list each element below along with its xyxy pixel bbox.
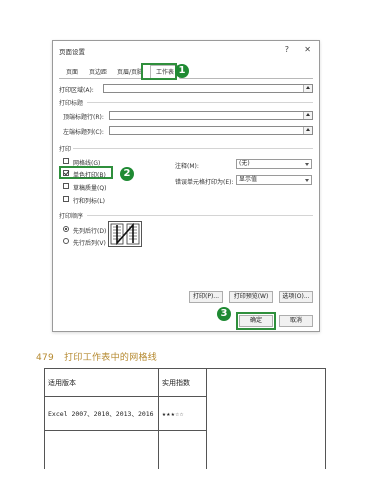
ok-button[interactable]: 确定 [239,315,273,327]
print-button[interactable]: 打印(P)... [189,291,223,303]
info-table: 适用版本 实用指数 Excel 2007、2010、2013、2016 ★★★☆… [44,368,326,469]
cell-errors-label: 错误单元格打印为(E): [175,179,234,186]
draft-quality-label: 草稿质量(Q) [73,185,107,192]
print-area-label: 打印区域(A): [59,87,94,94]
dialog-title: 页面设置 [59,48,85,56]
page-order-section: 打印顺序 [59,211,87,220]
table-row: 适用版本 实用指数 [44,368,326,469]
range-picker-icon[interactable] [303,85,312,92]
row-col-headings-checkbox[interactable] [63,196,69,202]
blank-cell [206,368,326,469]
header-version: 适用版本 [44,368,159,397]
empty-cell [158,430,207,469]
dialog-titlebar: 页面设置 ? ✕ [53,41,319,61]
figure-caption: 479 打印工作表中的网格线 [36,350,157,363]
caption-number: 479 [36,353,55,363]
header-rating: 实用指数 [158,368,207,397]
page-order-preview-image [108,221,142,247]
row-col-headings-label: 行和列标(L) [73,198,106,205]
left-cols-label: 左端标题列(C): [63,129,104,136]
close-icon[interactable]: ✕ [304,45,311,55]
tab-page[interactable]: 页面 [61,66,83,79]
print-preview-button[interactable]: 打印预览(W) [229,291,273,303]
down-then-over-radio[interactable] [63,226,69,232]
left-cols-input[interactable] [109,126,313,135]
options-button[interactable]: 选项(O)... [279,291,313,303]
print-area-input[interactable] [103,84,313,93]
version-value: Excel 2007、2010、2013、2016 [44,396,159,431]
chevron-down-icon [303,176,311,184]
divider [87,102,313,103]
help-icon[interactable]: ? [285,45,289,55]
chevron-down-icon [303,160,311,168]
caption-text: 打印工作表中的网格线 [64,353,158,363]
print-titles-section: 打印标题 [59,98,87,107]
comments-value: (无) [239,160,250,167]
divider [87,215,313,216]
range-picker-icon[interactable] [303,127,312,134]
step-badge-3: 3 [217,307,231,321]
range-picker-icon[interactable] [303,112,312,119]
black-white-label: 单色打印(B) [73,172,106,179]
empty-cell [44,430,159,469]
cell-errors-value: 显示值 [239,176,258,183]
cancel-button[interactable]: 取消 [279,315,313,327]
tab-margins[interactable]: 页边距 [86,66,110,79]
down-then-over-label: 先列后行(D) [73,228,107,235]
print-section: 打印 [59,144,75,153]
top-rows-input[interactable] [109,111,313,120]
step-badge-1: 1 [175,64,189,78]
cell-errors-select[interactable]: 显示值 [236,175,312,185]
step-badge-2: 2 [120,167,134,181]
divider [73,148,313,149]
tab-sheet-highlight [141,63,177,80]
over-then-down-label: 先行后列(V) [73,240,106,247]
gridlines-checkbox[interactable] [63,158,69,164]
page-setup-dialog: 页面设置 ? ✕ 页面 页边距 页眉/页脚 工作表 1 打印区域(A): 打印标… [52,40,320,332]
rating-stars: ★★★☆☆ [158,396,207,431]
comments-select[interactable]: (无) [236,159,312,169]
black-white-checkbox[interactable] [63,170,69,176]
top-rows-label: 顶端标题行(R): [63,114,104,121]
comments-label: 注释(M): [175,163,199,170]
draft-quality-checkbox[interactable] [63,183,69,189]
over-then-down-radio[interactable] [63,238,69,244]
